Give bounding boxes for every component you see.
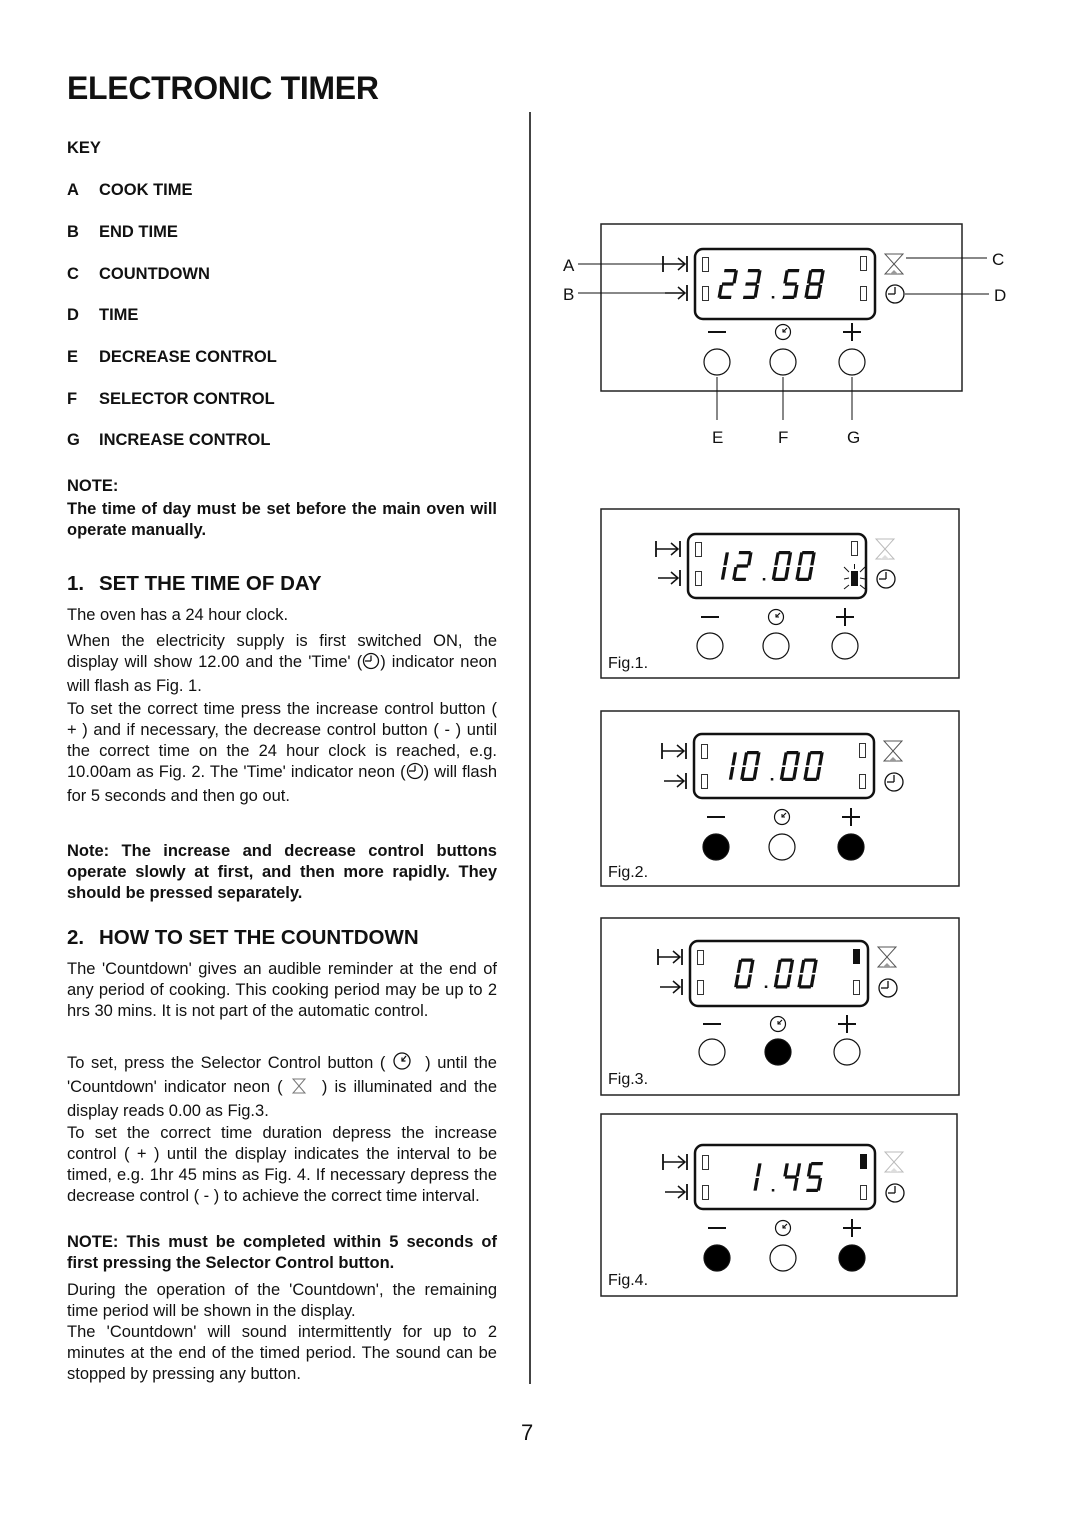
decrease-button[interactable] <box>702 833 730 861</box>
digit-segment <box>747 269 760 273</box>
decrease-button[interactable] <box>696 632 724 660</box>
callout-label-g: G <box>847 428 860 447</box>
callout-label-f: F <box>778 428 788 447</box>
selector-button[interactable] <box>768 833 796 861</box>
increase-button[interactable] <box>831 632 859 660</box>
callout-label-b: B <box>563 285 574 304</box>
display-decimal-point <box>771 1189 775 1192</box>
digit-segment <box>810 269 824 273</box>
digit-segment <box>808 1175 821 1179</box>
digit-segment <box>780 958 793 962</box>
display-decimal-point <box>770 778 774 781</box>
decrease-button[interactable] <box>703 1244 731 1272</box>
increase-button[interactable] <box>837 833 865 861</box>
decrease-button[interactable] <box>703 348 731 376</box>
timer-panel-fig2: Fig.2. <box>600 710 960 887</box>
display-decimal-point <box>771 296 775 299</box>
digit-segment <box>784 1175 798 1179</box>
time-indicator <box>851 571 858 586</box>
callout-label-d: D <box>994 286 1006 305</box>
digit-segment <box>746 751 759 755</box>
digit-segment <box>806 295 819 300</box>
digit-segment <box>773 577 786 582</box>
digit-segment <box>797 577 810 582</box>
digit-segment <box>787 269 800 273</box>
countdown-indicator <box>860 1154 867 1169</box>
callout-label-a: A <box>563 256 575 275</box>
timer-panel-fig3: Fig.3. <box>600 917 960 1096</box>
selector-button[interactable] <box>769 1244 797 1272</box>
display-decimal-point <box>764 985 768 988</box>
figure-caption: Fig.4. <box>608 1272 648 1289</box>
timer-panel-fig1: Fig.1. <box>600 508 960 679</box>
increase-button[interactable] <box>838 1244 866 1272</box>
digit-segment <box>741 777 755 782</box>
digit-segment <box>723 269 737 273</box>
timer-figures: AB CD E F G Fig.1. Fig.2. Fig.3. Fig.4. <box>563 223 1006 1297</box>
display-decimal-point <box>762 578 766 581</box>
digit-segment <box>740 958 753 962</box>
digit-segment <box>806 1188 819 1193</box>
digit-segment <box>721 282 734 286</box>
timer-panel-key-diagram: AB CD E F G <box>563 223 1006 447</box>
selector-button[interactable] <box>769 348 797 376</box>
increase-button[interactable] <box>838 348 866 376</box>
digit-segment <box>781 777 794 782</box>
digit-segment <box>775 985 788 989</box>
selector-button[interactable] <box>762 632 790 660</box>
digit-segment <box>738 551 751 555</box>
digit-segment <box>809 751 823 755</box>
countdown-indicator <box>853 949 860 964</box>
digit-segment <box>733 577 747 582</box>
increase-button[interactable] <box>833 1038 861 1066</box>
digit-segment <box>735 985 749 989</box>
callout-label-e: E <box>712 428 723 447</box>
digit-segment <box>784 282 798 286</box>
selector-button[interactable] <box>764 1038 792 1066</box>
callout-label-c: C <box>992 250 1004 269</box>
digit-segment <box>805 777 818 782</box>
digit-segment <box>803 958 817 962</box>
figure-caption: Fig.3. <box>608 1071 648 1088</box>
digit-segment <box>742 295 756 300</box>
figure-caption: Fig.1. <box>608 655 648 672</box>
digit-segment <box>745 282 758 286</box>
timer-panel-fig4: Fig.4. <box>600 1113 958 1297</box>
digit-segment <box>719 295 732 300</box>
digit-segment <box>778 551 791 555</box>
decrease-button[interactable] <box>698 1038 726 1066</box>
figure-caption: Fig.2. <box>608 864 648 881</box>
digit-segment <box>786 751 799 755</box>
digit-segment <box>801 551 815 555</box>
digit-segment <box>808 282 821 286</box>
digit-segment <box>810 1162 824 1166</box>
digit-segment <box>736 564 749 568</box>
digit-segment <box>782 295 795 300</box>
digit-segment <box>799 985 812 989</box>
